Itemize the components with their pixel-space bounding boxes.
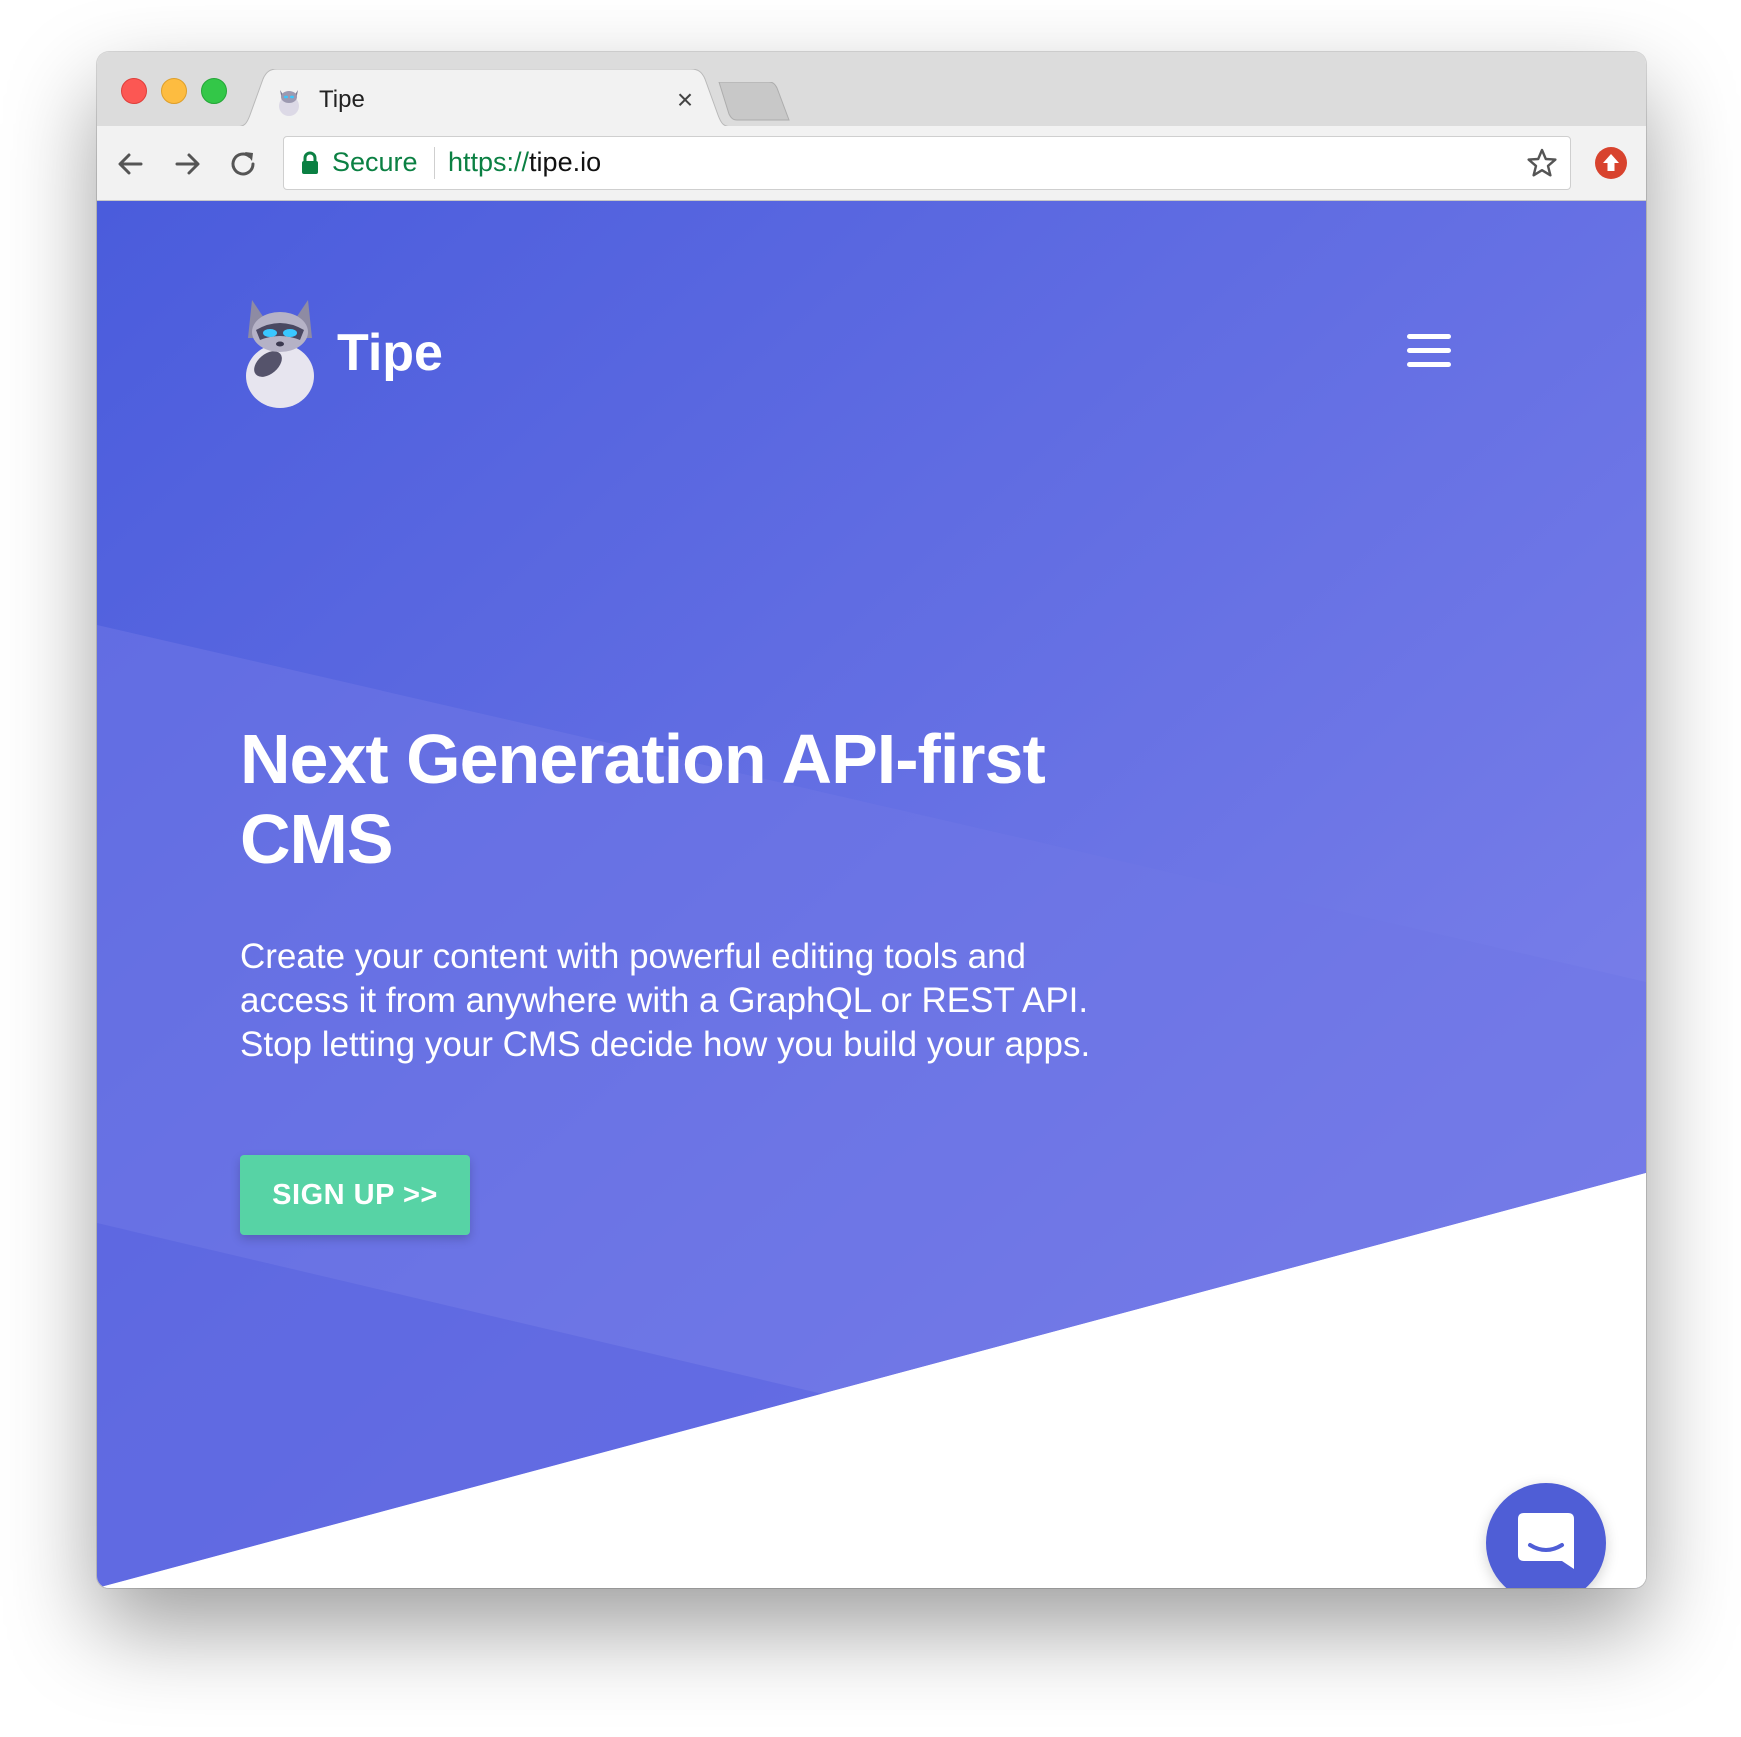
new-tab-button[interactable] [717,82,797,122]
omnibox-divider [434,147,435,179]
close-window-button[interactable] [121,78,147,104]
headline-line: CMS [240,800,394,878]
forward-arrow-icon[interactable] [167,144,207,184]
brand-name[interactable]: Tipe [337,323,443,383]
hamburger-menu-icon[interactable] [1407,334,1453,370]
subtext-line: Create your content with powerful editin… [240,937,1027,976]
lock-icon [302,151,318,174]
url-host: tipe.io [529,147,602,177]
back-arrow-icon[interactable] [111,144,151,184]
headline-line: Next Generation API-first [240,720,1046,798]
chat-icon [1518,1513,1574,1569]
hero-subtext: Create your content with powerful editin… [240,935,1240,1067]
browser-toolbar: Secure https://tipe.io [97,126,1646,201]
address-bar[interactable]: Secure https://tipe.io [283,136,1571,190]
tab-close-icon[interactable]: × [669,82,701,118]
tab-title: Tipe [319,86,365,113]
subtext-line: Stop letting your CMS decide how you bui… [240,1025,1091,1064]
hero-background [97,201,1646,1588]
sign-up-button[interactable]: SIGN UP >> [240,1155,470,1235]
tipe-cat-logo [246,300,314,408]
tab-strip: Tipe × [97,52,1646,127]
url-scheme: https:// [448,147,530,177]
url-text[interactable]: https://tipe.io [448,147,601,178]
subtext-line: access it from anywhere with a GraphQL o… [240,981,1089,1020]
secure-label: Secure [332,147,418,177]
bookmark-star-icon[interactable] [1526,147,1558,179]
upload-arrow-icon[interactable] [1594,146,1628,180]
minimize-window-button[interactable] [161,78,187,104]
tab-content: Tipe × [275,82,695,122]
page-viewport: Tipe Next Generation API-first CMS Creat… [97,201,1646,1588]
tipe-cat-favicon-icon [279,90,299,116]
hero-headline: Next Generation API-first CMS [240,719,1240,879]
browser-window: Tipe × Secure https://tipe.io Tipe Next … [97,52,1646,1588]
reload-icon[interactable] [223,144,263,184]
maximize-window-button[interactable] [201,78,227,104]
